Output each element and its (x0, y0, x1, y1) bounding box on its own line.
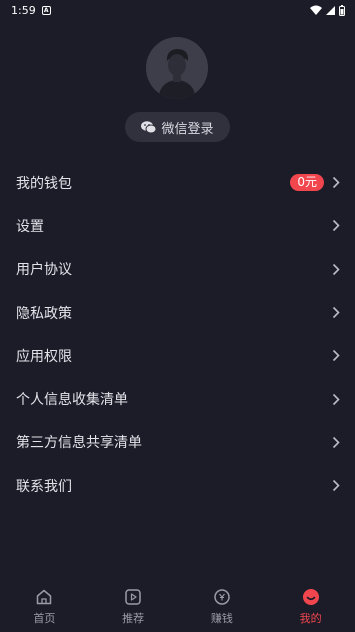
nav-tab-label: 我的 (299, 612, 322, 625)
menu-item-third-party-sharing-list[interactable]: 第三方信息共享清单 (0, 421, 355, 464)
chevron-right-icon (332, 306, 340, 319)
menu-item-label: 我的钱包 (16, 175, 72, 192)
menu-item-settings[interactable]: 设置 (0, 204, 355, 247)
chevron-right-icon (332, 177, 340, 189)
play-icon (125, 589, 141, 605)
menu-item-label: 隐私政策 (16, 305, 72, 322)
nav-tab-label: 赚钱 (210, 612, 233, 625)
menu-item-label: 个人信息收集清单 (16, 392, 128, 409)
chevron-right-icon (332, 350, 340, 362)
wechat-login-label: 微信登录 (161, 121, 214, 137)
status-time: 1:59 (11, 3, 36, 17)
wechat-login-button[interactable]: 微信登录 (125, 112, 230, 142)
nav-tab-home[interactable]: 首页 (0, 586, 88, 626)
menu-item-label: 应用权限 (16, 348, 72, 365)
menu-item-user-agreement[interactable]: 用户协议 (0, 248, 355, 291)
nav-tab-label: 推荐 (122, 612, 145, 625)
chevron-right-icon (332, 436, 340, 448)
avatar[interactable] (146, 37, 208, 99)
chevron-right-icon (332, 393, 340, 405)
nav-tab-label: 首页 (33, 612, 56, 625)
menu-item-label: 用户协议 (16, 262, 72, 279)
nav-tab-mine[interactable]: 我的 (267, 586, 355, 626)
home-icon (37, 589, 52, 605)
battery-icon (339, 4, 345, 16)
smile-icon (302, 589, 319, 605)
menu-item-privacy-policy[interactable]: 隐私政策 (0, 291, 355, 334)
menu-item-app-permissions[interactable]: 应用权限 (0, 334, 355, 377)
chevron-right-icon (332, 220, 340, 232)
nav-tab-earn[interactable]: 赚钱 (178, 586, 266, 626)
menu-item-contact-us[interactable]: 联系我们 (0, 464, 355, 507)
bottom-nav: 首页 推荐 赚钱 我的 (0, 580, 355, 632)
wallet-balance-badge: 0元 (290, 174, 324, 192)
wifi-icon (310, 5, 322, 15)
notification-icon: A (41, 5, 51, 15)
menu-item-label: 联系我们 (16, 478, 72, 495)
menu-item-label: 第三方信息共享清单 (16, 435, 142, 452)
menu-item-personal-info-list[interactable]: 个人信息收集清单 (0, 377, 355, 420)
default-avatar-icon (146, 37, 208, 99)
chevron-right-icon (332, 480, 340, 492)
nav-tab-recommend[interactable]: 推荐 (89, 586, 177, 626)
menu-item-label: 设置 (16, 218, 44, 235)
status-bar: 1:59 A (0, 0, 355, 20)
coin-icon (214, 589, 230, 605)
menu-item-wallet[interactable]: 我的钱包 0元 (0, 161, 355, 204)
wechat-icon (141, 120, 157, 133)
menu-list: 我的钱包 0元 设置 用户协议 隐私政策 应用权限 个人信息收集清单 第三方信息… (0, 161, 355, 507)
chevron-right-icon (332, 263, 340, 275)
signal-icon (326, 5, 335, 15)
